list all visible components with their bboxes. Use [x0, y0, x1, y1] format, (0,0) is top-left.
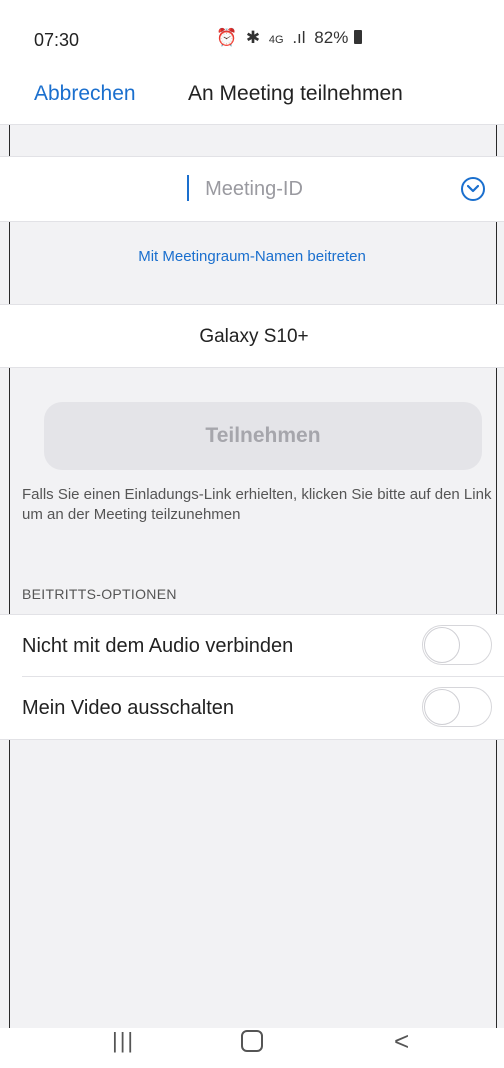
join-button[interactable]: Teilnehmen [44, 402, 482, 470]
status-time: 07:30 [34, 30, 80, 50]
cancel-button[interactable]: Abbrechen [34, 82, 136, 106]
battery-icon [354, 30, 363, 44]
system-nav-bar: ||| < [0, 1026, 504, 1068]
status-icons: ⏰ ✱ 4G .ıl 82% [216, 28, 366, 48]
option-row-video-off[interactable]: Mein Video ausschalten [0, 677, 504, 740]
join-by-room-name-link[interactable]: Mit Meetingraum-Namen beitreten [0, 248, 504, 265]
join-options-header: BEITRITTS-OPTIONEN [22, 586, 177, 602]
meeting-id-row [0, 156, 504, 222]
alarm-icon: ⏰ [216, 28, 238, 47]
option-row-no-audio[interactable]: Nicht mit dem Audio verbinden [0, 614, 504, 677]
display-name-input[interactable] [100, 319, 408, 355]
signal-icon: .ıl [292, 28, 306, 47]
invite-link-hint: Falls Sie einen Einladungs-Link erhielte… [22, 486, 492, 523]
battery-text: 82% [314, 28, 349, 47]
text-cursor [187, 175, 189, 201]
network-4g-icon: 4G [268, 34, 284, 46]
toggle-knob [424, 627, 460, 663]
meeting-id-input[interactable] [120, 171, 388, 207]
option-label: Nicht mit dem Audio verbinden [22, 635, 294, 657]
recents-button[interactable]: ||| [112, 1028, 135, 1054]
display-name-row [0, 304, 504, 368]
no-audio-toggle[interactable] [422, 625, 492, 665]
home-button[interactable] [241, 1030, 263, 1052]
header: Abbrechen An Meeting teilnehmen [0, 62, 504, 125]
option-label: Mein Video ausschalten [22, 697, 234, 719]
toggle-knob [424, 689, 460, 725]
status-bar: 07:30 ⏰ ✱ 4G .ıl 82% [0, 0, 504, 62]
chevron-down-icon[interactable] [461, 177, 485, 201]
page-title: An Meeting teilnehmen [188, 82, 403, 105]
video-off-toggle[interactable] [422, 687, 492, 727]
back-button[interactable]: < [394, 1026, 409, 1057]
bluetooth-icon: ✱ [245, 28, 261, 47]
